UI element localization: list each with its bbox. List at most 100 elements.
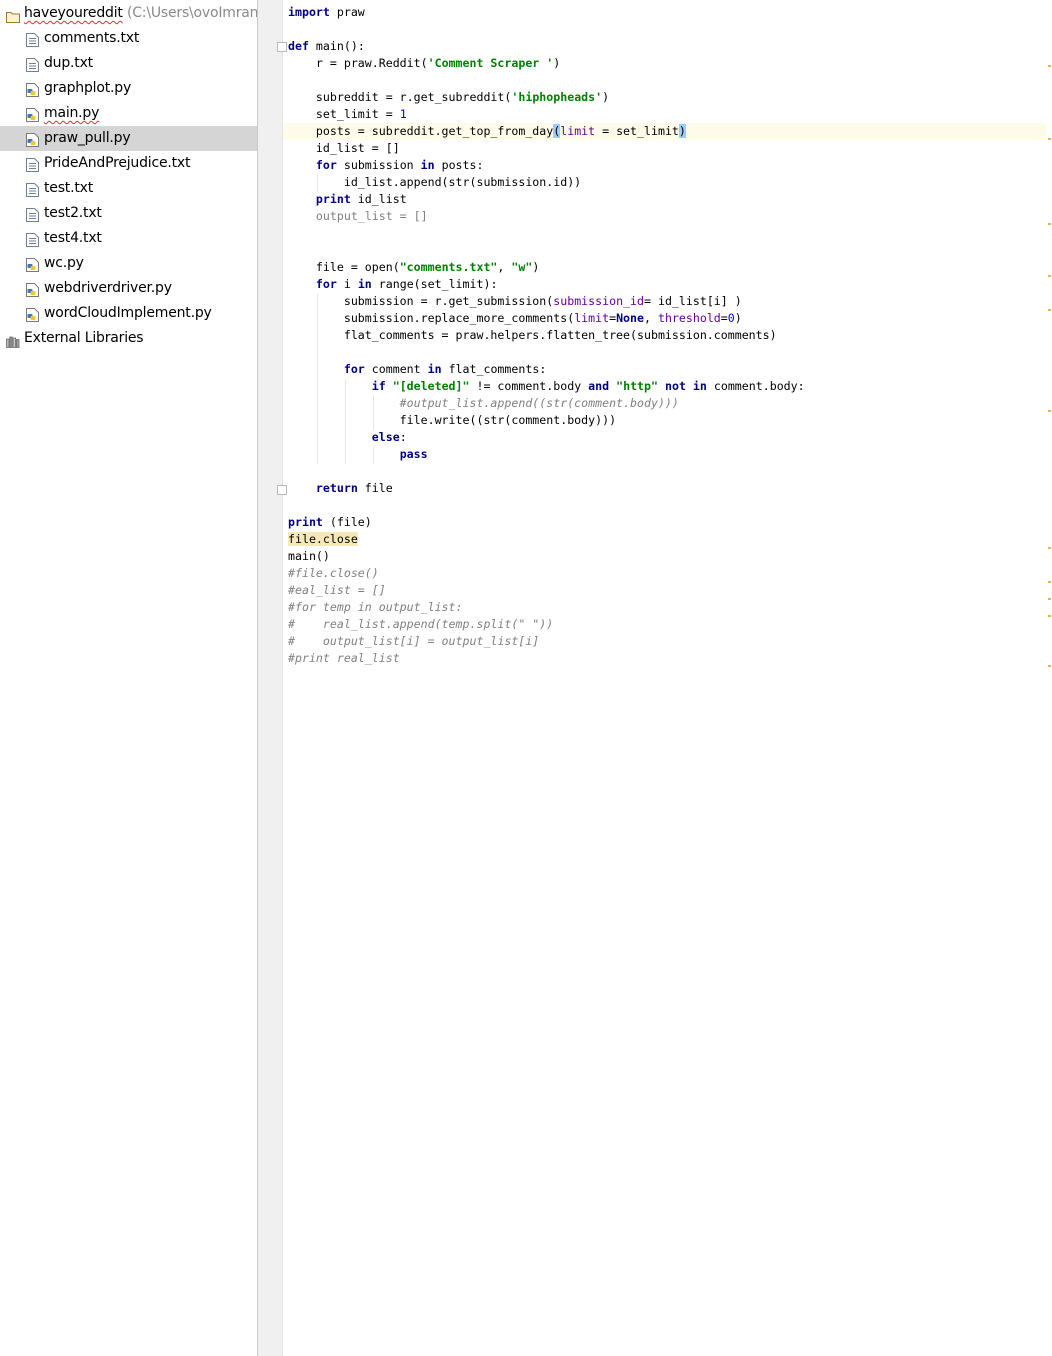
code-line[interactable]: #eal_list = []	[288, 582, 805, 599]
tree-file-item[interactable]: dup.txt	[0, 51, 257, 76]
tree-file-label: wordCloudImplement.py	[44, 305, 212, 321]
warning-mark[interactable]	[1048, 138, 1051, 140]
tree-file-label: test2.txt	[44, 205, 102, 221]
text-file-icon	[26, 206, 39, 222]
external-libraries-label: External Libraries	[24, 330, 144, 346]
tree-file-item[interactable]: test4.txt	[0, 226, 257, 251]
tree-file-label: test.txt	[44, 180, 93, 196]
tree-file-label: wc.py	[44, 255, 84, 271]
code-line[interactable]: file = open("comments.txt", "w")	[288, 259, 805, 276]
tree-root-name: haveyoureddit	[24, 5, 123, 21]
code-line[interactable]: set_limit = 1	[288, 106, 805, 123]
code-line[interactable]: for submission in posts:	[288, 157, 805, 174]
python-file-icon	[26, 256, 39, 272]
fold-marker-return[interactable]	[277, 485, 287, 495]
tree-file-item[interactable]: wordCloudImplement.py	[0, 301, 257, 326]
python-file-icon	[26, 131, 39, 147]
code-line[interactable]: return file	[288, 480, 805, 497]
code-line[interactable]: if "[deleted]" != comment.body and "http…	[288, 378, 805, 395]
tree-file-item[interactable]: praw_pull.py	[0, 126, 257, 151]
tree-file-item[interactable]: PrideAndPrejudice.txt	[0, 151, 257, 176]
code-line[interactable]: # output_list[i] = output_list[i]	[288, 633, 805, 650]
code-line[interactable]	[288, 21, 805, 38]
warning-mark[interactable]	[1048, 223, 1051, 225]
code-line[interactable]: pass	[288, 446, 805, 463]
tree-file-label: graphplot.py	[44, 80, 132, 96]
tree-file-label: dup.txt	[44, 55, 93, 71]
code-line[interactable]: #file.close()	[288, 565, 805, 582]
code-line[interactable]: # real_list.append(temp.split(" "))	[288, 616, 805, 633]
text-file-icon	[26, 231, 39, 247]
code-line[interactable]: file.close	[288, 531, 805, 548]
python-file-icon	[26, 306, 39, 322]
code-line[interactable]: id_list.append(str(submission.id))	[288, 174, 805, 191]
tree-file-label: webdriverdriver.py	[44, 280, 172, 296]
code-editor[interactable]: import praw def main(): r = praw.Reddit('…	[258, 0, 1052, 1356]
code-line[interactable]	[288, 344, 805, 361]
tree-root-haveyoureddit[interactable]: haveyoureddit (C:\Users\ovoImran\	[0, 1, 257, 26]
error-stripe[interactable]	[1046, 0, 1052, 1356]
python-file-icon	[26, 81, 39, 97]
warning-mark[interactable]	[1048, 410, 1051, 412]
code-line[interactable]: file.write((str(comment.body)))	[288, 412, 805, 429]
text-file-icon	[26, 181, 39, 197]
code-line[interactable]: r = praw.Reddit('Comment Scraper ')	[288, 55, 805, 72]
warning-mark[interactable]	[1048, 581, 1051, 583]
code-line[interactable]: #for temp in output_list:	[288, 599, 805, 616]
warning-mark[interactable]	[1048, 665, 1051, 667]
code-line[interactable]: else:	[288, 429, 805, 446]
warning-mark[interactable]	[1048, 615, 1051, 617]
code-line[interactable]: for comment in flat_comments:	[288, 361, 805, 378]
code-line[interactable]	[288, 242, 805, 259]
code-line[interactable]: #output_list.append((str(comment.body)))	[288, 395, 805, 412]
project-tree-panel: haveyoureddit (C:\Users\ovoImran\ commen…	[0, 0, 258, 1356]
code-text-area[interactable]: import praw def main(): r = praw.Reddit('…	[288, 4, 805, 667]
tree-file-item[interactable]: test2.txt	[0, 201, 257, 226]
tree-external-libraries[interactable]: External Libraries	[0, 326, 257, 351]
tree-file-item[interactable]: wc.py	[0, 251, 257, 276]
code-line[interactable]: subreddit = r.get_subreddit('hiphopheads…	[288, 89, 805, 106]
warning-mark[interactable]	[1048, 598, 1051, 600]
code-line[interactable]	[288, 72, 805, 89]
editor-gutter[interactable]	[258, 0, 283, 1356]
code-line[interactable]: submission = r.get_submission(submission…	[288, 293, 805, 310]
tree-root-path: (C:\Users\ovoImran\	[126, 5, 258, 21]
code-line[interactable]: id_list = []	[288, 140, 805, 157]
text-file-icon	[26, 56, 39, 72]
warning-mark[interactable]	[1048, 309, 1051, 311]
code-line[interactable]: print (file)	[288, 514, 805, 531]
tree-file-label: main.py	[44, 105, 100, 121]
tree-file-item[interactable]: comments.txt	[0, 26, 257, 51]
tree-file-item[interactable]: test.txt	[0, 176, 257, 201]
code-line[interactable]	[288, 225, 805, 242]
code-line[interactable]: import praw	[288, 4, 805, 21]
code-line[interactable]: for i in range(set_limit):	[288, 276, 805, 293]
code-line[interactable]: def main():	[288, 38, 805, 55]
text-file-icon	[26, 31, 39, 47]
text-file-icon	[26, 156, 39, 172]
tree-file-item[interactable]: webdriverdriver.py	[0, 276, 257, 301]
code-line[interactable]	[288, 497, 805, 514]
code-line[interactable]: main()	[288, 548, 805, 565]
code-line[interactable]: print id_list	[288, 191, 805, 208]
code-line[interactable]	[288, 463, 805, 480]
tree-file-label: test4.txt	[44, 230, 102, 246]
code-line[interactable]: #print real_list	[288, 650, 805, 667]
code-line[interactable]: flat_comments = praw.helpers.flatten_tre…	[288, 327, 805, 344]
code-line[interactable]: posts = subreddit.get_top_from_day(limit…	[288, 123, 805, 140]
tree-file-item[interactable]: main.py	[0, 101, 257, 126]
warning-mark[interactable]	[1048, 275, 1051, 277]
code-line[interactable]: output_list = []	[288, 208, 805, 225]
tree-file-label: PrideAndPrejudice.txt	[44, 155, 191, 171]
folder-icon	[6, 7, 20, 23]
python-file-icon	[26, 281, 39, 297]
warning-mark[interactable]	[1048, 547, 1051, 549]
python-file-icon	[26, 106, 39, 122]
fold-marker-def-main[interactable]	[277, 42, 287, 52]
tree-file-label: praw_pull.py	[44, 130, 131, 146]
tree-file-label: comments.txt	[44, 30, 140, 46]
library-icon	[6, 332, 20, 348]
tree-file-item[interactable]: graphplot.py	[0, 76, 257, 101]
code-line[interactable]: submission.replace_more_comments(limit=N…	[288, 310, 805, 327]
warning-mark[interactable]	[1048, 65, 1051, 67]
